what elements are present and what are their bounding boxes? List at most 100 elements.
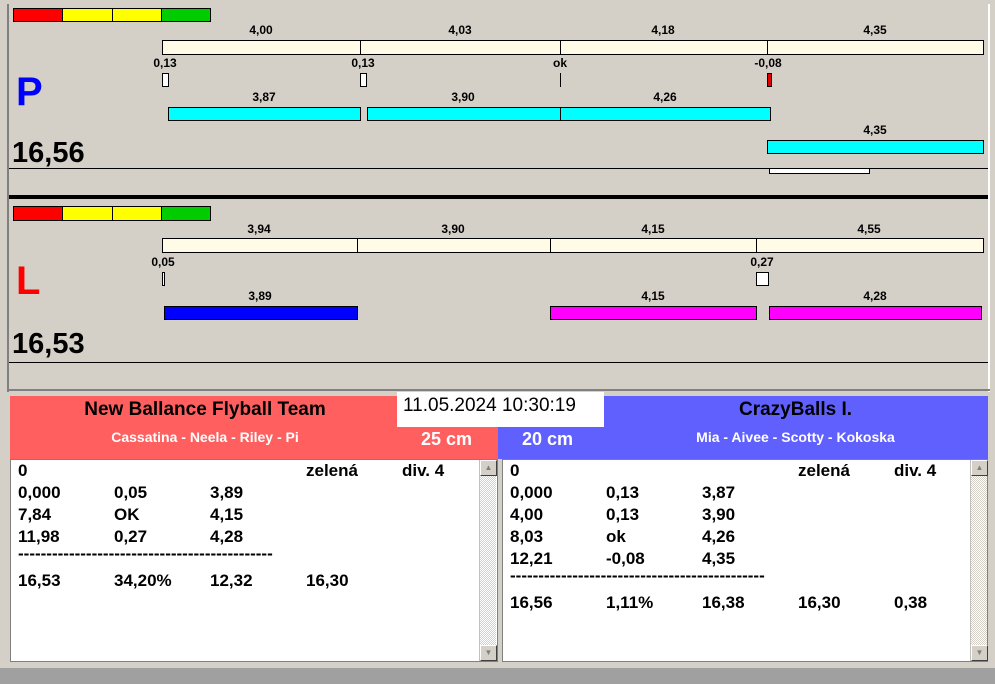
separator: ----------------------------------------… <box>18 544 273 563</box>
dog-bar <box>560 107 771 121</box>
cell: 0,13 <box>606 483 640 502</box>
split-label: 4,18 <box>651 23 675 37</box>
right-team-height: 20 cm <box>522 429 574 449</box>
cell: ok <box>606 527 626 546</box>
cell: 3,87 <box>702 483 736 502</box>
cell: 12,32 <box>210 571 253 590</box>
lane-total-time: 16,53 <box>12 328 85 360</box>
scroll-down-button[interactable]: ▼ <box>971 645 988 661</box>
reaction-label: 0,13 <box>351 56 375 70</box>
cell: div. 4 <box>894 461 937 480</box>
dog-bar <box>168 107 361 121</box>
cell: 16,30 <box>798 593 841 612</box>
lane-separator <box>9 195 988 199</box>
cell: 0,000 <box>18 483 61 502</box>
left-team-dogs: Cassatina - Neela - Riley - Pi <box>111 429 299 445</box>
cell: zelená <box>798 461 850 480</box>
dog-bar <box>550 306 757 320</box>
lane-letter: P <box>16 70 43 114</box>
cell: 4,26 <box>702 527 736 546</box>
lane-letter: L <box>16 259 41 303</box>
cell: 16,30 <box>306 571 349 590</box>
cell: 3,89 <box>210 483 244 502</box>
progress-marker <box>769 168 870 174</box>
split-bar <box>360 40 561 55</box>
cell: 4,00 <box>510 505 544 524</box>
frame-right-border <box>988 4 990 392</box>
reaction-marker <box>360 73 367 87</box>
panel-bottom-edge <box>7 389 990 391</box>
reaction-marker <box>162 272 165 286</box>
reaction-label: 0,13 <box>153 56 177 70</box>
right-scrollbar[interactable]: ▲ ▼ <box>970 460 988 661</box>
dog-time-label: 4,15 <box>641 289 665 303</box>
reaction-label: ok <box>552 56 568 70</box>
reaction-marker-early <box>767 73 772 87</box>
cell: 0,38 <box>894 593 928 612</box>
split-bar <box>560 40 768 55</box>
dog-bar <box>164 306 358 320</box>
light-indicator <box>13 8 211 22</box>
cell: 7,84 <box>18 505 52 524</box>
split-bar <box>756 238 984 253</box>
cell: 0,000 <box>510 483 553 502</box>
split-label: 4,03 <box>448 23 472 37</box>
reaction-marker <box>162 73 169 87</box>
reaction-marker <box>756 272 769 286</box>
cell: 0,13 <box>606 505 640 524</box>
dog-bar <box>769 306 982 320</box>
dog-time-label: 4,26 <box>653 90 677 104</box>
split-bar <box>162 40 361 55</box>
split-label: 3,90 <box>441 222 465 236</box>
scroll-up-button[interactable]: ▲ <box>480 460 497 476</box>
right-team-dogs: Mia - Aivee - Scotty - Kokoska <box>696 429 895 445</box>
dog-time-label: 4,35 <box>863 123 887 137</box>
reaction-label: 0,05 <box>151 255 175 269</box>
split-label: 4,55 <box>857 222 881 236</box>
split-label: 3,94 <box>247 222 271 236</box>
reaction-label: -0,08 <box>754 56 782 70</box>
cell: 16,56 <box>510 593 553 612</box>
dog-time-label: 3,87 <box>252 90 276 104</box>
right-results-list[interactable]: 0 zelená div. 4 0,000 0,13 3,87 4,00 0,13 3,90 8,… <box>502 459 988 662</box>
split-bar <box>550 238 757 253</box>
split-label: 4,00 <box>249 23 273 37</box>
split-bar <box>357 238 551 253</box>
cell: 16,53 <box>18 571 61 590</box>
datetime: 11.05.2024 10:30:19 <box>403 395 576 416</box>
cell: OK <box>114 505 140 524</box>
scroll-down-button[interactable]: ▼ <box>480 645 497 661</box>
reaction-label: 0,27 <box>750 255 774 269</box>
split-label: 4,35 <box>863 23 887 37</box>
cell: 4,15 <box>210 505 244 524</box>
left-results-list[interactable]: 0 zelená div. 4 0,000 0,05 3,89 7,84 OK 4,15 11,9… <box>10 459 498 662</box>
dog-time-label: 4,28 <box>863 289 887 303</box>
cell: div. 4 <box>402 461 445 480</box>
split-bar <box>767 40 984 55</box>
datetime-box: 11.05.2024 10:30:19 <box>397 392 604 427</box>
split-bar <box>162 238 358 253</box>
left-team-name: New Ballance Flyball Team <box>84 399 326 420</box>
cell: 16,38 <box>702 593 745 612</box>
dog-bar <box>767 140 984 154</box>
dog-time-label: 3,89 <box>248 289 272 303</box>
cell: 34,20% <box>114 571 172 590</box>
light-indicator <box>13 206 211 221</box>
separator: ----------------------------------------… <box>510 566 765 585</box>
divider <box>9 362 988 363</box>
cell: 0,05 <box>114 483 148 502</box>
left-scrollbar[interactable]: ▲ ▼ <box>479 460 497 661</box>
split-label: 4,15 <box>641 222 665 236</box>
dog-time-label: 3,90 <box>451 90 475 104</box>
dog-bar <box>367 107 561 121</box>
reaction-marker <box>560 73 561 87</box>
scroll-up-button[interactable]: ▲ <box>971 460 988 476</box>
right-team-name: CrazyBalls I. <box>739 399 852 420</box>
left-team-height: 25 cm <box>421 429 473 449</box>
cell: 3,90 <box>702 505 736 524</box>
cell: 1,11% <box>606 593 654 612</box>
cell: 0 <box>18 461 28 480</box>
cell: 0 <box>510 461 520 480</box>
cell: 8,03 <box>510 527 544 546</box>
lane-total-time: 16,56 <box>12 137 85 169</box>
